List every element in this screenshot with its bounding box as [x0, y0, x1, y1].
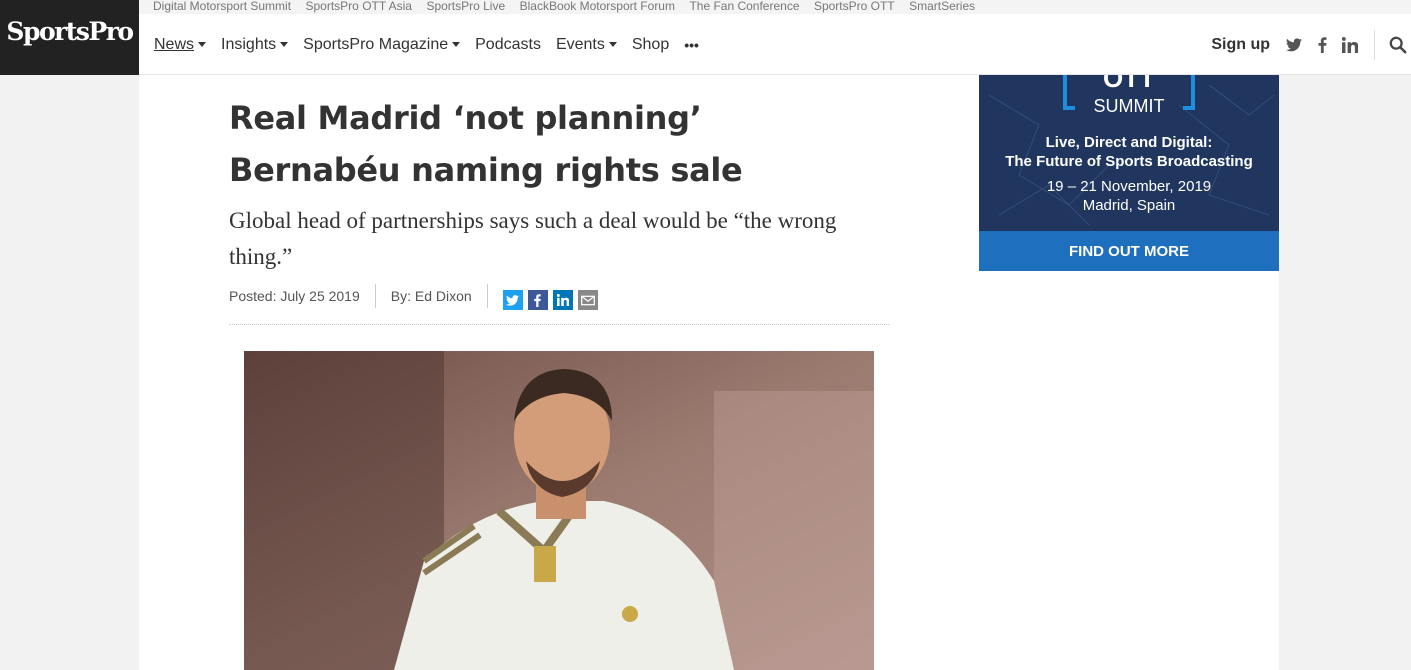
ad-line-1: Live, Direct and Digital:	[1045, 134, 1213, 151]
email-icon[interactable]	[577, 290, 598, 310]
share-buttons	[502, 290, 603, 310]
divider	[374, 284, 376, 308]
ott-summit-ad[interactable]: OTT SUMMIT Live, Direct and Digital: The…	[979, 75, 1279, 271]
nav-item-label: SportsPro Magazine	[303, 35, 449, 53]
linkedin-icon[interactable]	[1342, 36, 1358, 53]
ad-dates: 19 – 21 November, 2019	[1046, 178, 1212, 195]
site-logo[interactable]: SportsPro	[0, 0, 139, 75]
ad-location: Madrid, Spain	[1082, 197, 1176, 214]
nav-item-events[interactable]: Events	[556, 36, 617, 54]
logo-text: SportsPro	[6, 17, 134, 46]
events-link[interactable]: SportsPro OTT	[814, 0, 895, 12]
ad-logo-text: OTT	[1103, 75, 1155, 93]
search-icon[interactable]	[1389, 36, 1407, 54]
article-column: Real Madrid ‘not planning’ Bernabéu nami…	[139, 75, 979, 670]
events-link[interactable]: SportsPro Live	[426, 0, 505, 12]
nav-item-magazine[interactable]: SportsPro Magazine	[303, 35, 461, 54]
nav-item-label: News	[154, 35, 195, 53]
article-hero-image	[244, 351, 874, 670]
author-byline: By: Ed Dixon	[390, 288, 472, 304]
caret-down-icon	[608, 42, 617, 47]
article-standfirst: Global head of partnerships says such a …	[229, 208, 837, 269]
ad-line-2: The Future of Sports Broadcasting	[1005, 153, 1253, 170]
nav-item-shop[interactable]: Shop	[632, 36, 669, 54]
main-nav: News Insights SportsPro Magazine Podcast…	[139, 14, 1411, 75]
ad-summit-text: SUMMIT	[1093, 96, 1165, 116]
twitter-icon[interactable]	[1286, 37, 1302, 53]
find-out-more-button[interactable]: FIND OUT MORE	[979, 231, 1279, 271]
events-link[interactable]: SmartSeries	[909, 0, 975, 12]
caret-down-icon	[198, 42, 207, 47]
nav-item-insights[interactable]: Insights	[221, 35, 289, 54]
more-dots-icon: •••	[684, 36, 699, 53]
nav-item-podcasts[interactable]: Podcasts	[475, 36, 541, 54]
nav-item-label: Shop	[631, 35, 670, 53]
nav-item-label: Podcasts	[475, 35, 541, 53]
events-link[interactable]: Digital Motorsport Summit	[153, 0, 291, 12]
divider	[1374, 29, 1375, 60]
events-link[interactable]: The Fan Conference	[689, 0, 799, 12]
posted-date: Posted: July 25 2019	[229, 288, 360, 304]
linkedin-icon[interactable]	[552, 290, 573, 310]
caret-down-icon	[452, 42, 461, 47]
facebook-icon[interactable]	[1314, 36, 1330, 53]
events-link[interactable]: BlackBook Motorsport Forum	[520, 0, 675, 12]
events-strip: Digital Motorsport Summit SportsPro OTT …	[139, 0, 1411, 14]
twitter-icon[interactable]	[502, 290, 523, 310]
facebook-icon[interactable]	[527, 290, 548, 310]
article-meta: Posted: July 25 2019 By: Ed Dixon	[229, 284, 889, 325]
nav-item-label: Events	[555, 35, 605, 53]
events-link[interactable]: SportsPro OTT Asia	[306, 0, 412, 12]
article-headline: Real Madrid ‘not planning’ Bernabéu nami…	[229, 99, 743, 189]
signup-link[interactable]: Sign up	[1211, 36, 1270, 54]
nav-item-label: Insights	[221, 35, 277, 53]
divider	[486, 284, 488, 308]
nav-more-button[interactable]: •••	[684, 37, 699, 53]
caret-down-icon	[280, 42, 289, 47]
nav-item-news[interactable]: News	[154, 35, 207, 54]
